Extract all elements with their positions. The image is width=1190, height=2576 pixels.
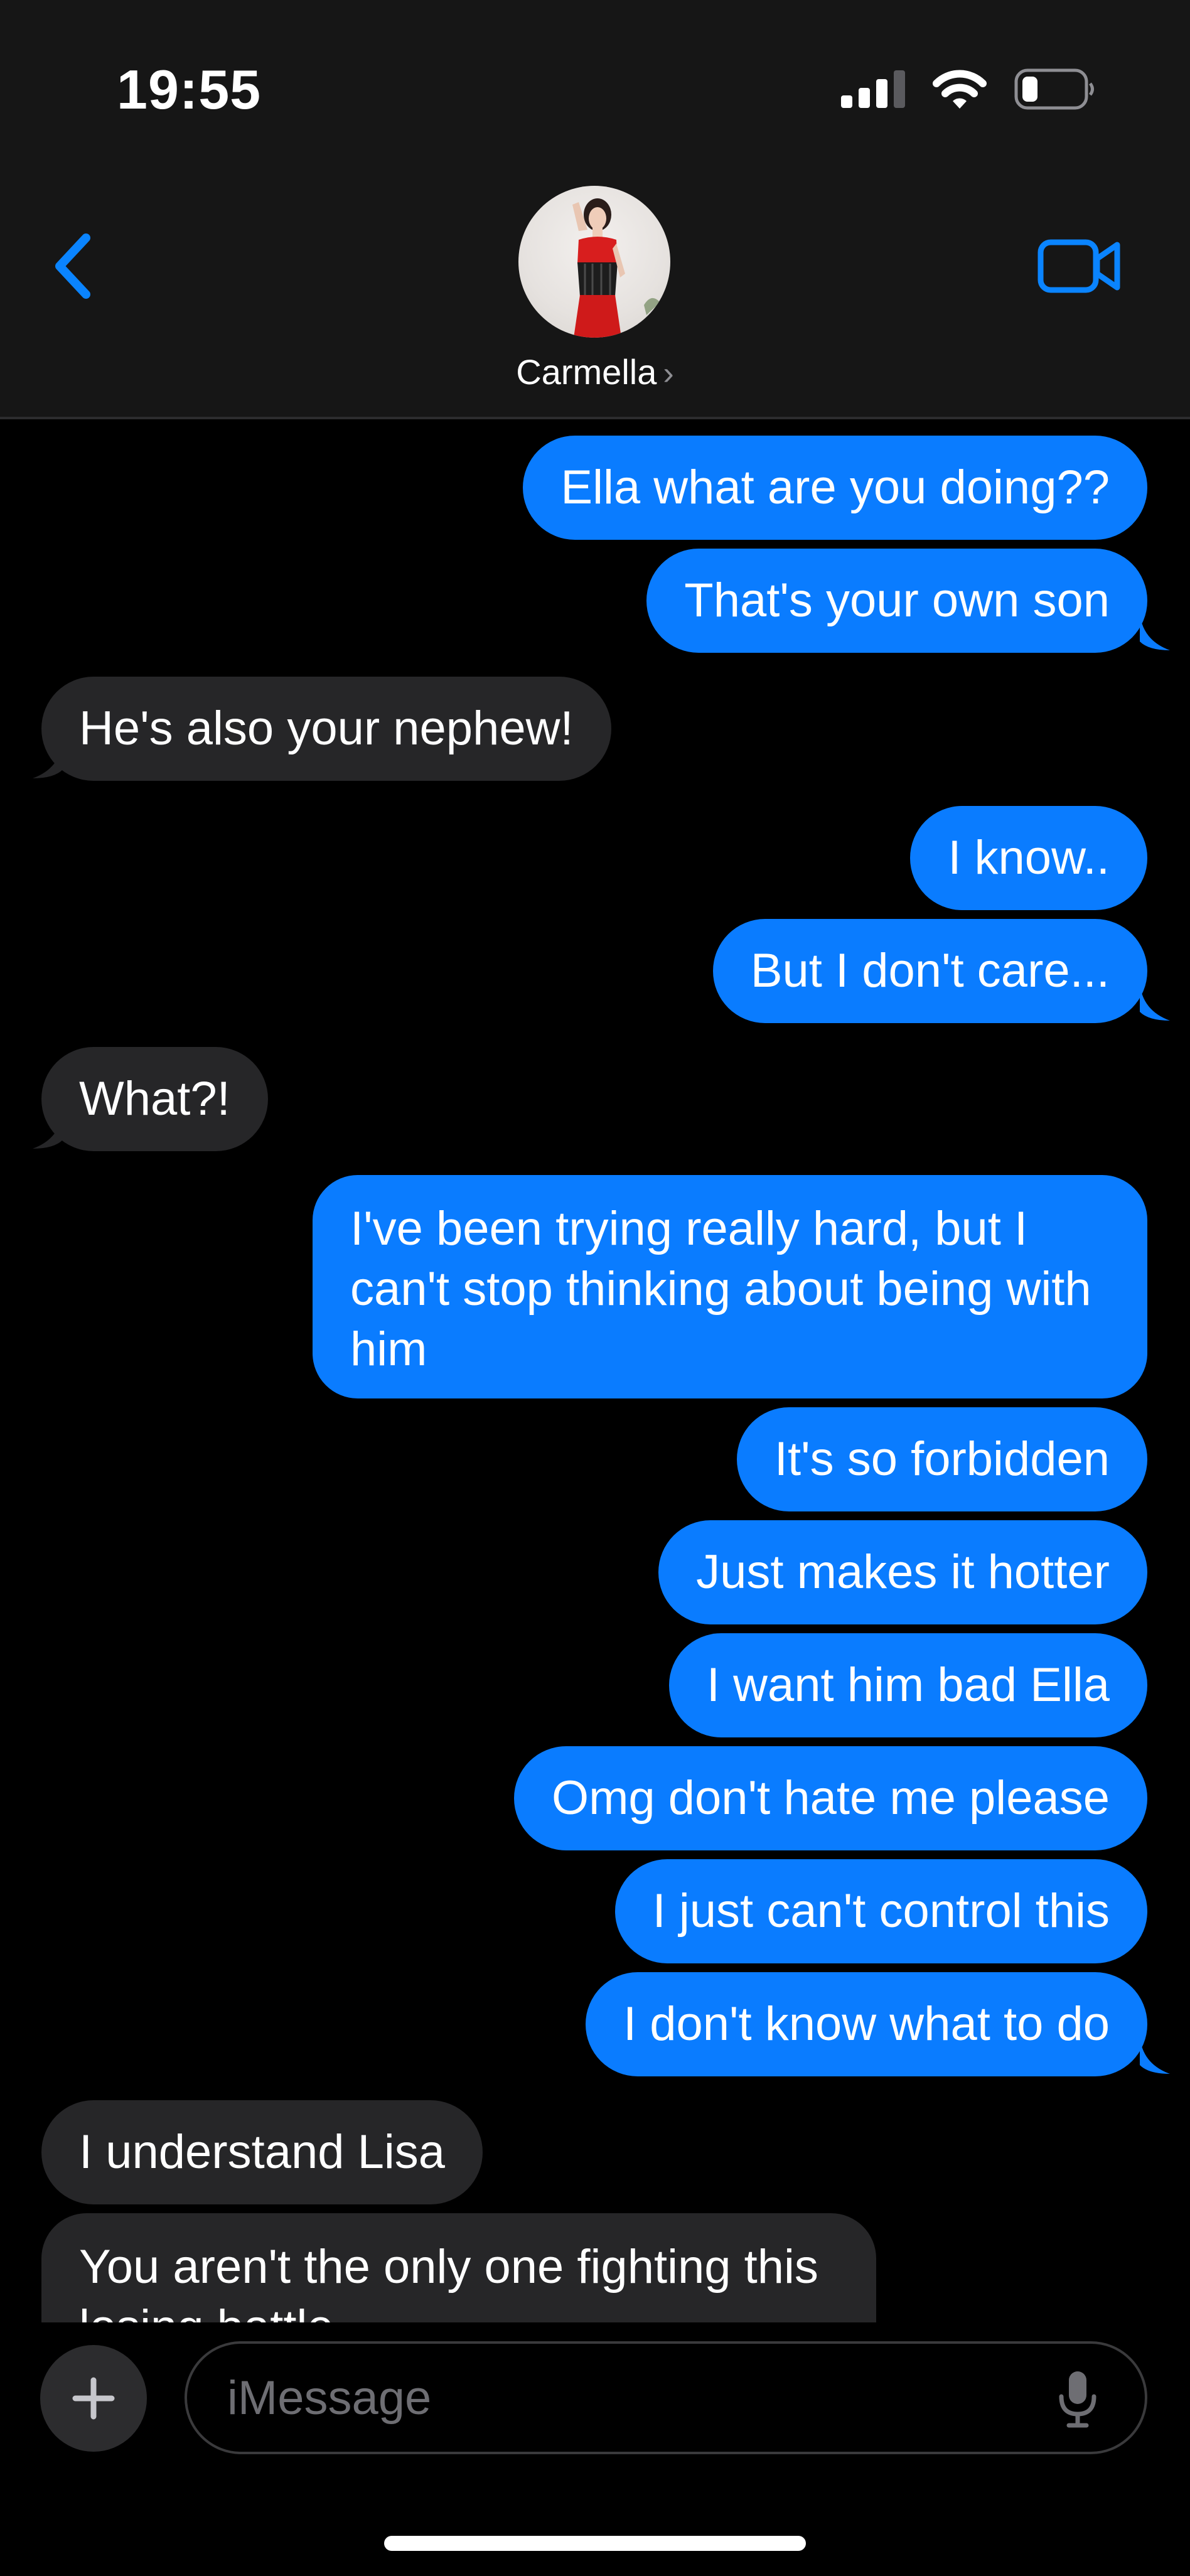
outgoing-message[interactable]: I want him bad Ella (668, 1633, 1147, 1737)
add-attachment-button[interactable] (40, 2345, 147, 2452)
status-icons (841, 65, 1096, 113)
incoming-bubble-tail (33, 1111, 63, 1149)
outgoing-message[interactable]: It's so forbidden (736, 1407, 1147, 1511)
microphone-icon (1059, 2371, 1096, 2428)
message-input[interactable] (185, 2341, 1147, 2454)
back-button[interactable] (48, 228, 98, 304)
contact-name: Carmella (516, 352, 657, 392)
chevron-right-icon: › (663, 355, 674, 392)
incoming-message[interactable]: He's also your nephew! (41, 677, 611, 781)
outgoing-bubble-tail (1140, 983, 1170, 1021)
status-time: 19:55 (117, 58, 262, 121)
plus-icon (72, 2377, 115, 2420)
cellular-signal-icon (841, 70, 905, 108)
outgoing-message[interactable]: I've been trying really hard, but I can'… (313, 1175, 1147, 1398)
dictation-button[interactable] (1049, 2368, 1106, 2430)
video-camera-icon (1037, 239, 1120, 293)
chevron-left-icon (55, 233, 90, 299)
outgoing-message[interactable]: I know.. (910, 806, 1147, 910)
outgoing-message[interactable]: But I don't care... (712, 919, 1147, 1023)
message-composer (0, 2322, 1190, 2576)
outgoing-message[interactable]: I don't know what to do (586, 1972, 1147, 2076)
outgoing-message[interactable]: I just can't control this (614, 1859, 1147, 1963)
video-call-button[interactable] (1036, 235, 1123, 298)
home-indicator[interactable] (384, 2536, 806, 2551)
outgoing-bubble-tail (1140, 613, 1170, 650)
conversation-header: 19:55 Carmella › (0, 0, 1190, 419)
outgoing-message[interactable]: Ella what are you doing?? (523, 436, 1147, 540)
incoming-bubble-tail (33, 741, 63, 778)
incoming-message[interactable]: What?! (41, 1047, 268, 1151)
incoming-message[interactable]: You aren't the only one fighting this lo… (41, 2213, 876, 2322)
message-list[interactable]: Ella what are you doing?? That's your ow… (0, 419, 1190, 2322)
incoming-message[interactable]: I understand Lisa (41, 2100, 483, 2204)
outgoing-message[interactable]: That's your own son (646, 549, 1147, 653)
battery-low-icon (1014, 68, 1096, 110)
outgoing-bubble-tail (1140, 2036, 1170, 2074)
outgoing-message[interactable]: Omg don't hate me please (513, 1746, 1147, 1850)
contact-avatar[interactable] (518, 186, 670, 338)
contact-name-button[interactable]: Carmella › (0, 352, 1190, 392)
wifi-icon (930, 67, 989, 111)
outgoing-message[interactable]: Just makes it hotter (658, 1520, 1147, 1624)
